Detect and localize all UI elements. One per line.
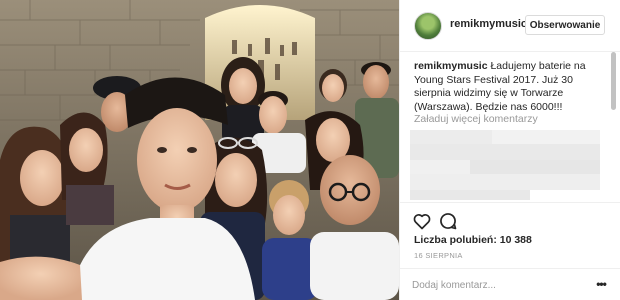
- avatar[interactable]: [414, 12, 442, 40]
- more-options-icon[interactable]: •••: [592, 277, 610, 293]
- follow-button[interactable]: Obserwowanie: [525, 15, 605, 35]
- load-more-comments-link[interactable]: Załaduj więcej komentarzy: [414, 113, 538, 125]
- instagram-post-frame: remikmymusic Obserwowanie remikmymusic Ł…: [0, 0, 620, 300]
- blurred-comments: [410, 130, 600, 200]
- group-selfie-image: [0, 0, 399, 300]
- post-actions: Liczba polubień: 10 388 16 SIERPNIA: [400, 202, 620, 260]
- post-photo[interactable]: [0, 0, 399, 300]
- post-caption: remikmymusic Ładujemy baterie na Young S…: [414, 60, 610, 114]
- caption-username[interactable]: remikmymusic: [414, 60, 488, 72]
- heart-icon[interactable]: [412, 211, 432, 231]
- username-link[interactable]: remikmymusic: [450, 18, 527, 30]
- add-comment-bar: •••: [400, 268, 620, 300]
- post-date: 16 SIERPNIA: [414, 251, 463, 260]
- post-header: remikmymusic Obserwowanie: [400, 0, 620, 52]
- post-side-panel: remikmymusic Obserwowanie remikmymusic Ł…: [399, 0, 620, 300]
- comments-scrollbar[interactable]: [611, 52, 616, 110]
- comment-input[interactable]: [412, 275, 582, 295]
- comments-section[interactable]: remikmymusic Ładujemy baterie na Young S…: [400, 52, 620, 202]
- likes-count[interactable]: Liczba polubień: 10 388: [414, 234, 532, 246]
- comment-icon[interactable]: [438, 211, 458, 231]
